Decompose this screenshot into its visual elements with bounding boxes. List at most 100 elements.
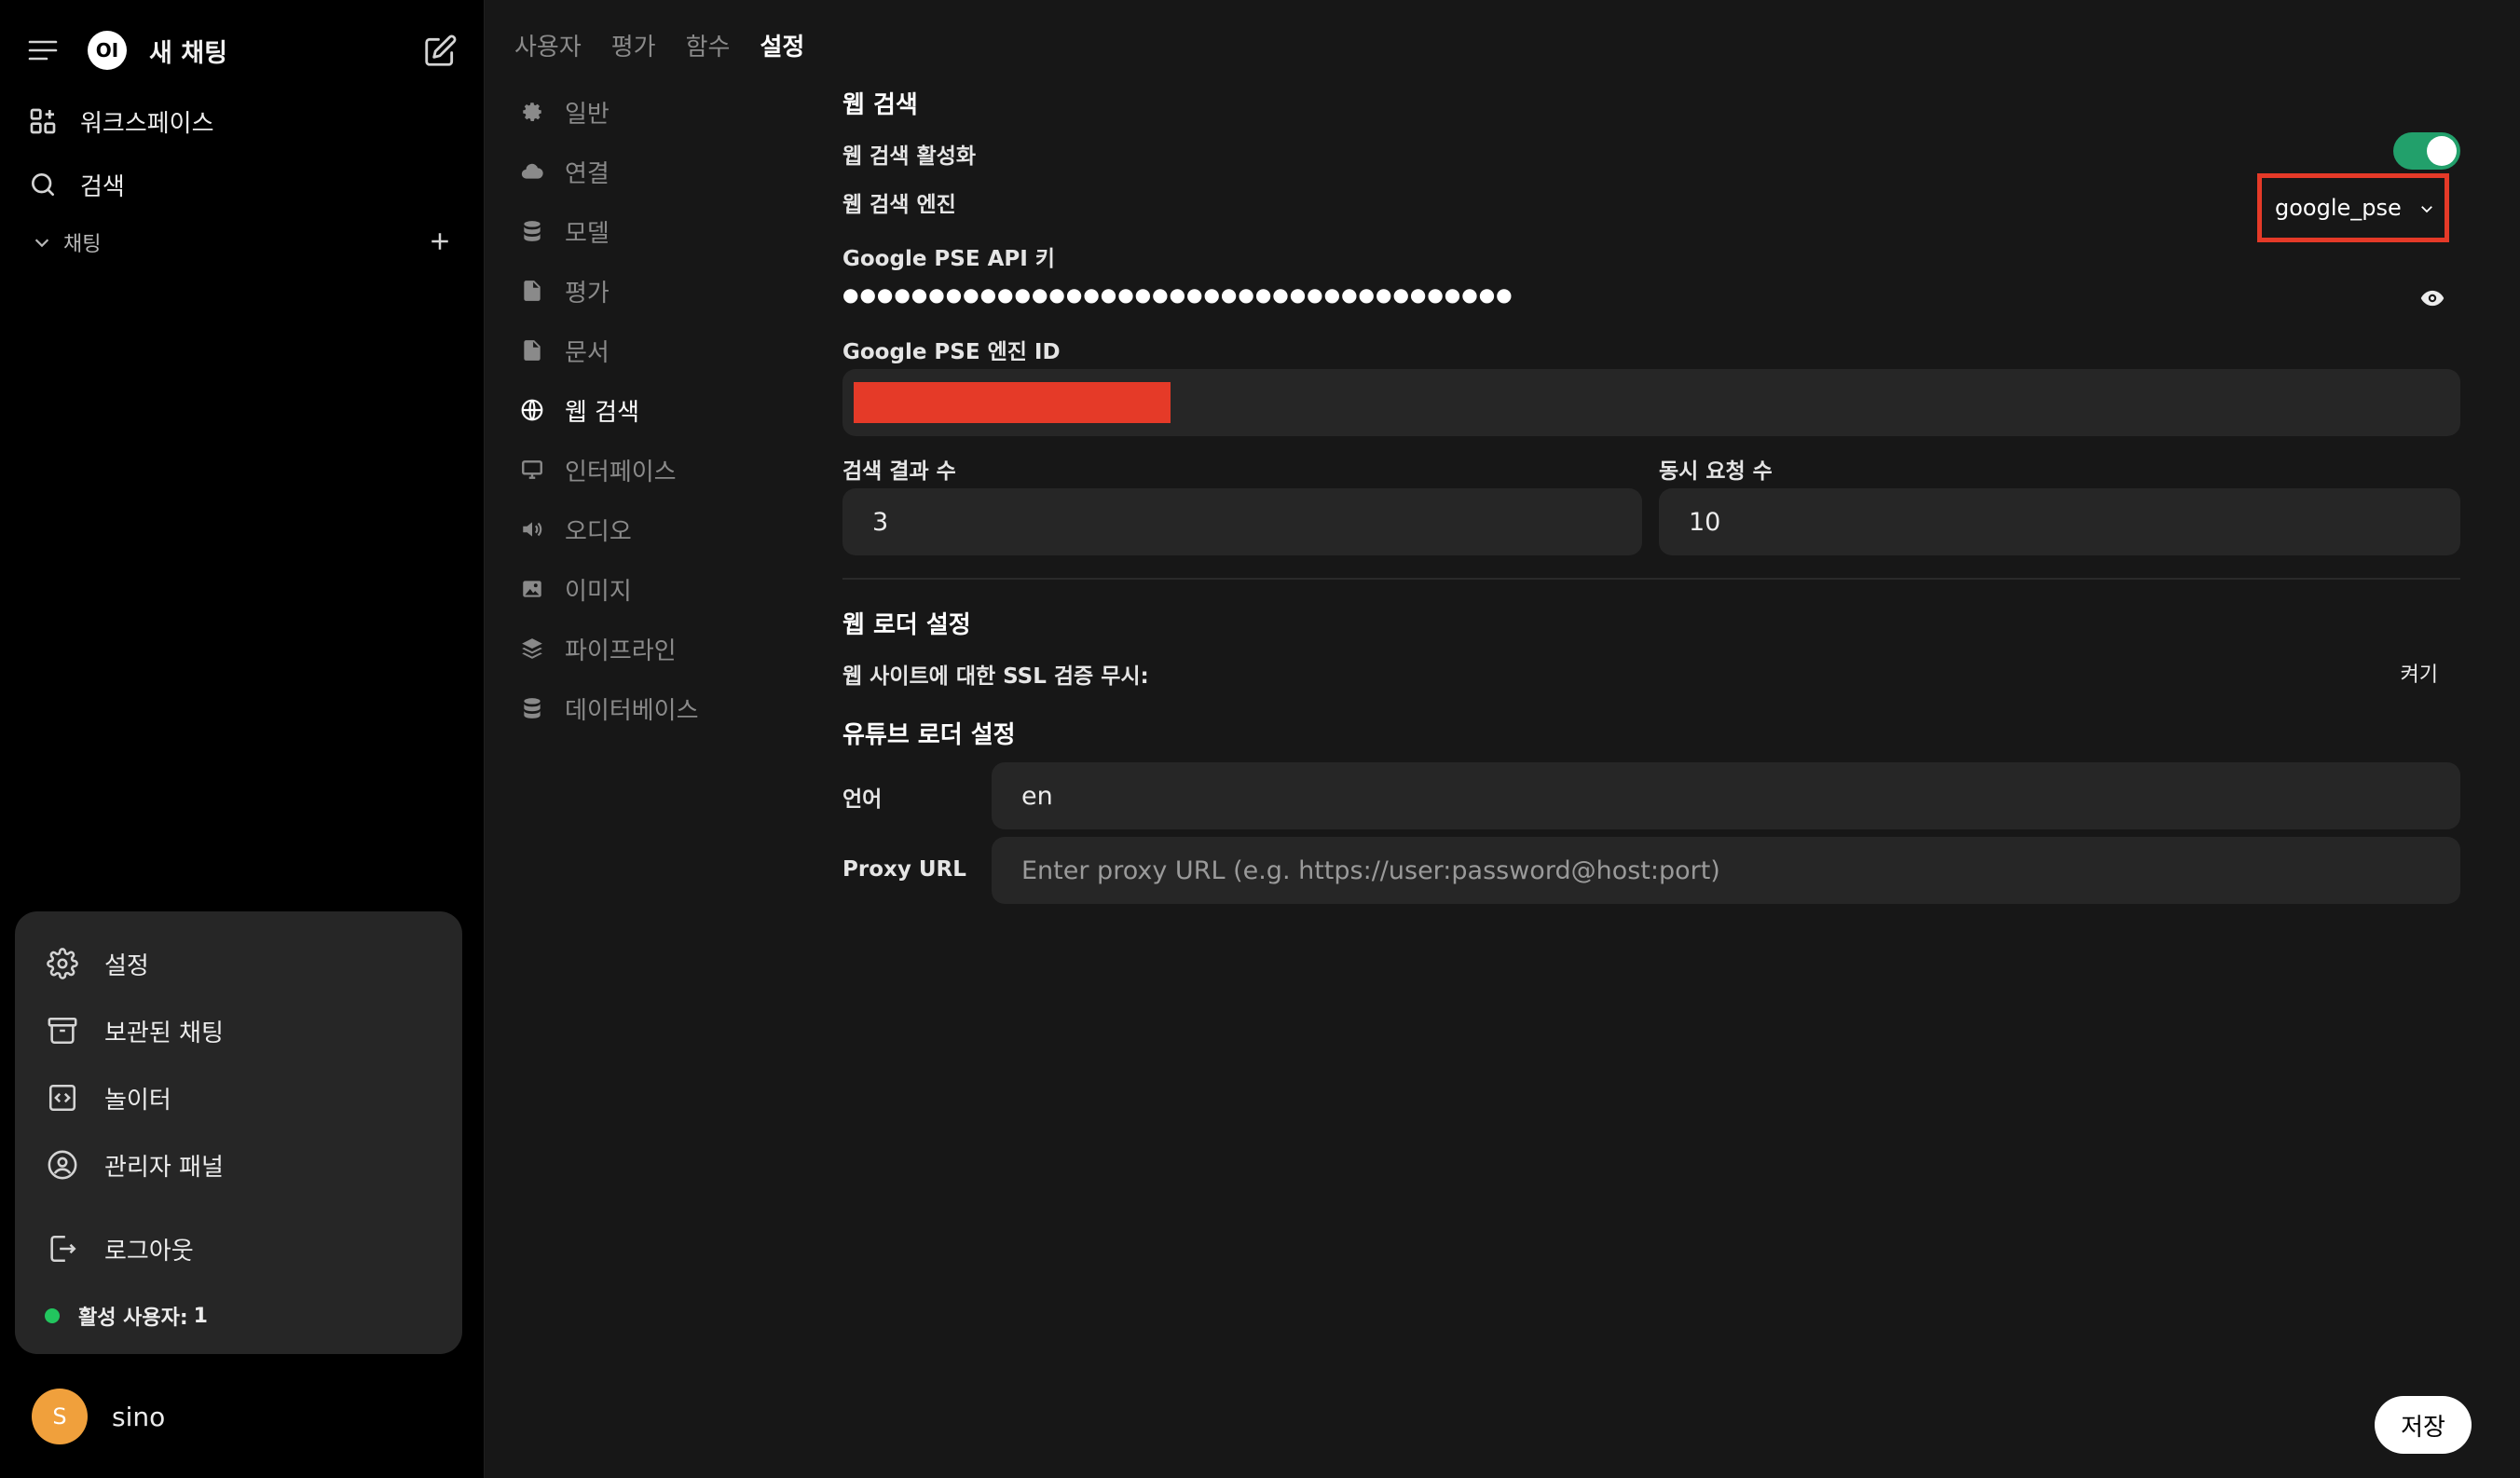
settings-nav-label: 문서 <box>565 338 609 367</box>
settings-nav-audio[interactable]: 오디오 <box>518 500 798 559</box>
settings-nav-pipelines[interactable]: 파이프라인 <box>518 619 798 678</box>
settings-nav-label: 이미지 <box>565 577 632 606</box>
settings-nav-database[interactable]: 데이터베이스 <box>518 678 798 738</box>
proxy-url-label: Proxy URL <box>842 857 966 882</box>
sidebar: OI 새 채팅 워크스페이스 검색 채팅 설정 보관된 채팅 놀이터 관리자 패… <box>0 0 485 1478</box>
web-search-enable-label: 웹 검색 활성화 <box>842 144 976 169</box>
settings-nav-documents[interactable]: 문서 <box>518 321 798 380</box>
menu-item-label: 설정 <box>104 951 149 980</box>
compose-icon[interactable] <box>422 34 458 69</box>
admin-tabs: 사용자 평가 함수 설정 <box>514 28 804 62</box>
result-count-input[interactable]: 3 <box>842 488 1642 555</box>
tab-functions[interactable]: 함수 <box>686 28 731 62</box>
menu-icon[interactable] <box>26 34 60 67</box>
plus-icon[interactable] <box>426 227 456 257</box>
avatar: S <box>32 1389 88 1444</box>
ssl-verify-toggle[interactable]: 켜기 <box>2401 658 2438 688</box>
database-icon <box>518 694 546 722</box>
web-search-enable-toggle[interactable] <box>2393 132 2460 170</box>
settings-nav-general[interactable]: 일반 <box>518 82 798 142</box>
redacted-value <box>854 382 1171 423</box>
language-input[interactable]: en <box>992 762 2460 829</box>
menu-item-logout[interactable]: 로그아웃 <box>15 1215 462 1282</box>
database-icon <box>518 217 546 245</box>
sidebar-item-workspace[interactable]: 워크스페이스 <box>26 89 458 153</box>
document-icon <box>518 336 546 364</box>
tab-users[interactable]: 사용자 <box>514 28 582 62</box>
active-users: 활성 사용자: 1 <box>15 1288 462 1344</box>
engine-id-input[interactable] <box>842 369 2460 436</box>
new-chat-label[interactable]: 새 채팅 <box>149 33 227 69</box>
settings-nav-label: 연결 <box>565 159 609 188</box>
image-icon <box>518 575 546 603</box>
settings-nav-label: 웹 검색 <box>565 398 640 427</box>
menu-item-playground[interactable]: 놀이터 <box>15 1064 462 1131</box>
active-users-label: 활성 사용자: <box>78 1307 188 1330</box>
chevron-down-icon <box>32 232 52 253</box>
api-key-input[interactable]: ●●●●●●●●●●●●●●●●●●●●●●●●●●●●●●●●●●●●●●● <box>842 283 1513 306</box>
gear-icon <box>518 98 546 126</box>
menu-item-admin-panel[interactable]: 관리자 패널 <box>15 1131 462 1198</box>
settings-nav-interface[interactable]: 인터페이스 <box>518 440 798 500</box>
user-profile[interactable]: S sino <box>32 1389 165 1444</box>
language-label: 언어 <box>842 787 883 812</box>
menu-gap <box>15 1198 462 1215</box>
monitor-icon <box>518 456 546 484</box>
archive-icon <box>45 1013 80 1048</box>
search-icon <box>26 168 60 201</box>
chat-section-header[interactable]: 채팅 <box>32 224 456 261</box>
settings-nav-label: 오디오 <box>565 517 632 546</box>
layers-icon <box>518 635 546 663</box>
settings-nav-models[interactable]: 모델 <box>518 201 798 261</box>
app-root: OI 새 채팅 워크스페이스 검색 채팅 설정 보관된 채팅 놀이터 관리자 패… <box>0 0 2520 1478</box>
menu-item-label: 관리자 패널 <box>104 1153 224 1182</box>
app-logo[interactable]: OI <box>88 31 127 70</box>
web-search-title: 웹 검색 <box>842 91 918 119</box>
eye-icon[interactable] <box>2419 285 2447 313</box>
settings-nav-evaluations[interactable]: 평가 <box>518 261 798 321</box>
settings-nav-label: 인터페이스 <box>565 458 677 486</box>
speaker-icon <box>518 515 546 543</box>
settings-nav-web-search[interactable]: 웹 검색 <box>518 380 798 440</box>
concurrent-requests-label: 동시 요청 수 <box>1659 459 1773 484</box>
sidebar-nav: 워크스페이스 검색 <box>26 89 458 216</box>
section-divider <box>842 578 2460 580</box>
document-icon <box>518 277 546 305</box>
menu-item-archived-chats[interactable]: 보관된 채팅 <box>15 997 462 1064</box>
result-count-label: 검색 결과 수 <box>842 459 956 484</box>
settings-nav-label: 평가 <box>565 279 609 308</box>
sidebar-item-search[interactable]: 검색 <box>26 153 458 216</box>
settings-nav-connections[interactable]: 연결 <box>518 142 798 201</box>
concurrent-requests-input[interactable]: 10 <box>1659 488 2460 555</box>
tab-settings[interactable]: 설정 <box>760 28 804 62</box>
status-dot-icon <box>45 1308 60 1323</box>
sidebar-header: OI 새 채팅 <box>26 26 458 75</box>
settings-nav-label: 모델 <box>565 219 609 248</box>
menu-item-label: 보관된 채팅 <box>104 1019 224 1047</box>
active-users-count: 1 <box>193 1304 208 1328</box>
cloud-icon <box>518 157 546 185</box>
web-loader-title: 웹 로더 설정 <box>842 611 971 639</box>
username: sino <box>112 1401 166 1432</box>
engine-select-value: google_pse <box>2275 195 2402 221</box>
settings-nav-label: 데이터베이스 <box>565 696 699 725</box>
gear-icon <box>45 946 80 981</box>
settings-nav: 일반 연결 모델 평가 문서 웹 검색 인터페이스 오디오 이미지 파이프라인 … <box>518 82 798 738</box>
youtube-loader-title: 유튜브 로더 설정 <box>842 721 1016 749</box>
web-search-engine-select[interactable]: google_pse <box>2257 173 2449 242</box>
proxy-url-input[interactable]: Enter proxy URL (e.g. https://user:passw… <box>992 837 2460 904</box>
api-key-label: Google PSE API 키 <box>842 247 1055 271</box>
chevron-down-icon <box>2418 200 2435 217</box>
user-menu: 설정 보관된 채팅 놀이터 관리자 패널 로그아웃 활성 사용자: 1 <box>15 911 462 1354</box>
code-icon <box>45 1080 80 1115</box>
save-button[interactable]: 저장 <box>2375 1396 2472 1454</box>
user-circle-icon <box>45 1147 80 1183</box>
menu-item-label: 놀이터 <box>104 1086 171 1115</box>
menu-item-settings[interactable]: 설정 <box>15 930 462 997</box>
settings-nav-label: 파이프라인 <box>565 636 677 665</box>
tab-evaluations[interactable]: 평가 <box>611 28 656 62</box>
settings-nav-label: 일반 <box>565 100 609 129</box>
settings-nav-images[interactable]: 이미지 <box>518 559 798 619</box>
engine-id-label: Google PSE 엔진 ID <box>842 340 1061 364</box>
ssl-verify-label: 웹 사이트에 대한 SSL 검증 무시: <box>842 664 1149 689</box>
